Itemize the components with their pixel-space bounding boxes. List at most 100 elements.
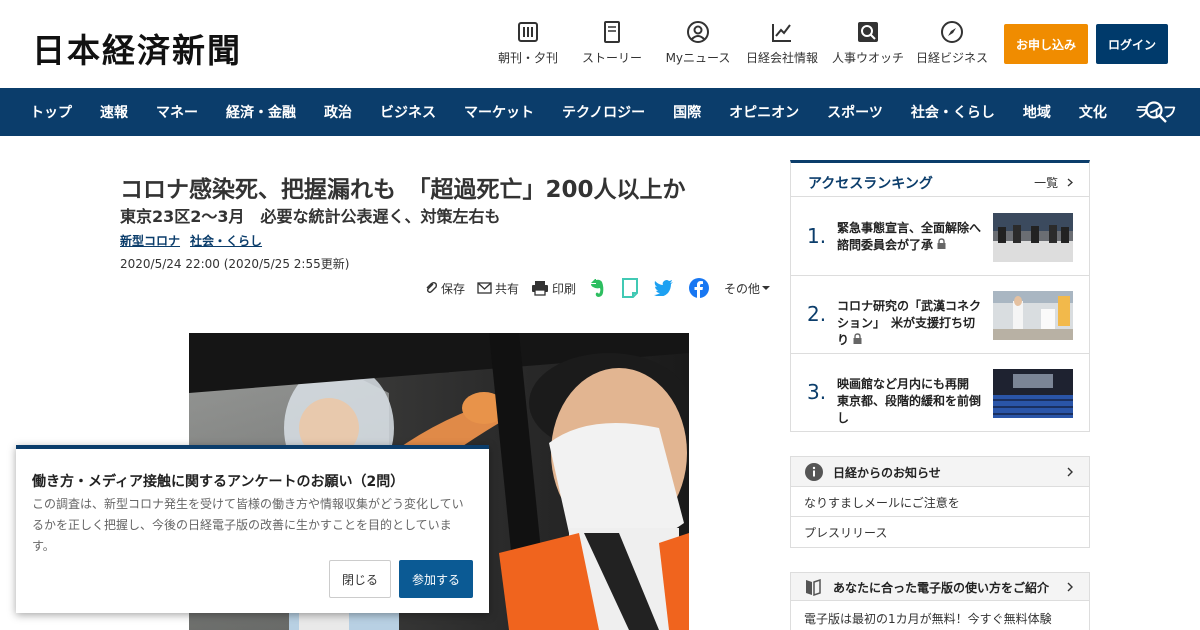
chevron-right-icon xyxy=(1067,582,1073,592)
nav-item-society[interactable]: 社会・くらし xyxy=(911,102,995,122)
header-link-my-news[interactable]: Myニュース xyxy=(658,20,738,66)
user-icon xyxy=(686,20,710,44)
nav-item-market[interactable]: マーケット xyxy=(464,102,534,122)
caret-down-icon xyxy=(762,286,771,290)
newspaper-icon xyxy=(516,20,540,44)
twitter-icon[interactable] xyxy=(654,280,677,296)
notice-link-press-release[interactable]: プレスリリース xyxy=(791,517,1089,547)
header-link-story[interactable]: ストーリー xyxy=(566,20,658,66)
mail-icon xyxy=(477,282,492,294)
nav-item-politics[interactable]: 政治 xyxy=(324,102,352,122)
subscribe-button[interactable]: お申し込み xyxy=(1004,24,1088,64)
ranking-more-label: 一覧 xyxy=(1034,176,1059,190)
ranking-title: アクセスランキング xyxy=(808,176,933,192)
nav-item-economy[interactable]: 経済・金融 xyxy=(226,102,296,122)
rank-thumbnail xyxy=(993,369,1073,418)
header-link-label: Myニュース xyxy=(665,51,731,65)
header-icon-menu: 朝刊・夕刊 ストーリー Myニュース 日経会社情報 人事ウオッチ 日経ビジネス xyxy=(490,20,994,66)
topic-link-covid[interactable]: 新型コロナ xyxy=(120,232,180,249)
chart-icon xyxy=(770,20,794,44)
nav-item-culture[interactable]: 文化 xyxy=(1079,102,1107,122)
share-label: 共有 xyxy=(495,281,520,296)
paperclip-icon xyxy=(426,281,438,294)
header-link-label: 朝刊・夕刊 xyxy=(497,51,558,65)
compass-icon xyxy=(940,20,964,44)
chevron-right-icon xyxy=(1067,178,1073,187)
topic-link-society[interactable]: 社会・くらし xyxy=(190,232,262,249)
save-label: 保存 xyxy=(441,281,466,296)
rank-headline: 緊急事態宣言、全面解除へ 諮問委員会が了承 xyxy=(837,220,993,254)
popup-title: 働き方・メディア接触に関するアンケートのお願い（2問） xyxy=(32,474,405,490)
header-link-print-edition[interactable]: 朝刊・夕刊 xyxy=(490,20,566,66)
article-title: コロナ感染死、把握漏れも 「超過死亡」200人以上か xyxy=(120,177,686,203)
join-survey-button[interactable]: 参加する xyxy=(399,560,473,598)
header-link-label: 人事ウオッチ xyxy=(831,51,904,65)
book-open-icon xyxy=(806,578,821,596)
nav-item-business[interactable]: ビジネス xyxy=(380,102,436,122)
search-icon[interactable] xyxy=(1144,100,1168,124)
lock-icon xyxy=(937,238,946,249)
close-button[interactable]: 閉じる xyxy=(329,560,391,598)
ranking-item[interactable]: 1. 緊急事態宣言、全面解除へ 諮問委員会が了承 xyxy=(791,198,1089,276)
nav-item-opinion[interactable]: オピニオン xyxy=(729,102,799,122)
ranking-more-link[interactable]: 一覧 xyxy=(1034,174,1073,191)
main-nav: トップ 速報 マネー 経済・金融 政治 ビジネス マーケット テクノロジー 国際… xyxy=(0,88,1200,136)
article-subtitle: 東京23区2～3月 必要な統計公表遅く、対策左右も xyxy=(120,207,501,226)
nav-item-technology[interactable]: テクノロジー xyxy=(562,102,645,122)
nav-item-region[interactable]: 地域 xyxy=(1023,102,1051,122)
rank-number: 2. xyxy=(807,302,827,326)
evernote-icon[interactable] xyxy=(588,278,609,298)
rank-thumbnail xyxy=(993,291,1073,340)
ranking-header: アクセスランキング 一覧 xyxy=(791,163,1089,197)
page: 日本経済新聞 朝刊・夕刊 ストーリー Myニュース 日経会社情報 人事ウオッチ … xyxy=(0,0,1200,630)
nav-item-breaking[interactable]: 速報 xyxy=(100,102,128,122)
notice-header[interactable]: 日経からのお知らせ xyxy=(791,457,1089,487)
nav-item-top[interactable]: トップ xyxy=(30,102,72,122)
notice-title: 日経からのお知らせ xyxy=(833,466,941,480)
rank-thumbnail xyxy=(993,213,1073,262)
nav-item-sports[interactable]: スポーツ xyxy=(827,102,883,122)
print-label: 印刷 xyxy=(552,281,577,296)
notice-box: 日経からのお知らせ なりすましメールにご注意を プレスリリース xyxy=(790,456,1090,548)
share-button[interactable]: 共有 xyxy=(477,280,519,297)
article-date: 2020/5/24 22:00 (2020/5/25 2:55更新) xyxy=(120,257,350,271)
chevron-right-icon xyxy=(1067,467,1073,477)
header-link-label: 日経ビジネス xyxy=(915,51,988,65)
header-link-company-info[interactable]: 日経会社情報 xyxy=(738,20,826,66)
article-toolbar: 保存 共有 印刷 その他 xyxy=(424,278,785,298)
header-link-label: 日経会社情報 xyxy=(745,51,818,65)
note-icon[interactable] xyxy=(621,278,642,298)
print-button[interactable]: 印刷 xyxy=(531,280,576,297)
facebook-icon[interactable] xyxy=(689,278,712,298)
header-link-nikkei-business[interactable]: 日経ビジネス xyxy=(910,20,994,66)
rank-headline-text: 緊急事態宣言、全面解除へ 諮問委員会が了承 xyxy=(837,221,994,252)
digital-guide-box: あなたに合った電子版の使い方をご紹介 電子版は最初の1カ月が無料！今すぐ無料体験 xyxy=(790,572,1090,630)
save-button[interactable]: 保存 xyxy=(424,280,465,297)
printer-icon xyxy=(532,281,549,296)
notice-link-phishing[interactable]: なりすましメールにご注意を xyxy=(791,487,1089,517)
info-icon xyxy=(805,463,823,481)
rank-headline: コロナ研究の「武漢コネクション」 米が支援打ち切り xyxy=(837,298,985,349)
login-button[interactable]: ログイン xyxy=(1096,24,1168,64)
survey-popup: 働き方・メディア接触に関するアンケートのお願い（2問） この調査は、新型コロナ発… xyxy=(16,445,489,613)
nav-item-international[interactable]: 国際 xyxy=(673,102,701,122)
ranking-item[interactable]: 2. コロナ研究の「武漢コネクション」 米が支援打ち切り xyxy=(791,276,1089,354)
site-header: 日本経済新聞 朝刊・夕刊 ストーリー Myニュース 日経会社情報 人事ウオッチ … xyxy=(0,0,1200,88)
rank-headline: 映画館など月内にも再開 東京都、段階的緩和を前倒し xyxy=(837,377,982,425)
nav-item-money[interactable]: マネー xyxy=(156,102,198,122)
nav-items: トップ 速報 マネー 経済・金融 政治 ビジネス マーケット テクノロジー 国際… xyxy=(30,88,1200,136)
free-trial-link[interactable]: 電子版は最初の1カ月が無料！今すぐ無料体験 xyxy=(804,610,1052,627)
book-icon xyxy=(600,20,624,44)
site-logo[interactable]: 日本経済新聞 xyxy=(32,24,242,72)
popup-body: この調査は、新型コロナ発生を受けて皆様の働き方や情報収集がどう変化しているかを正… xyxy=(32,497,464,553)
lock-icon xyxy=(853,333,862,344)
search-person-icon xyxy=(856,20,880,44)
header-link-personnel-watch[interactable]: 人事ウオッチ xyxy=(826,20,910,66)
access-ranking: アクセスランキング 一覧 1. 緊急事態宣言、全面解除へ 諮問委員会が了承 2.… xyxy=(790,160,1090,432)
more-share-dropdown[interactable]: その他 xyxy=(724,280,773,297)
topic-links: 新型コロナ 社会・くらし xyxy=(120,232,272,249)
header-link-label: ストーリー xyxy=(581,51,642,65)
ranking-item[interactable]: 3. 映画館など月内にも再開 東京都、段階的緩和を前倒し xyxy=(791,354,1089,432)
rank-number: 1. xyxy=(807,224,827,248)
guide-header[interactable]: あなたに合った電子版の使い方をご紹介 xyxy=(791,573,1089,601)
